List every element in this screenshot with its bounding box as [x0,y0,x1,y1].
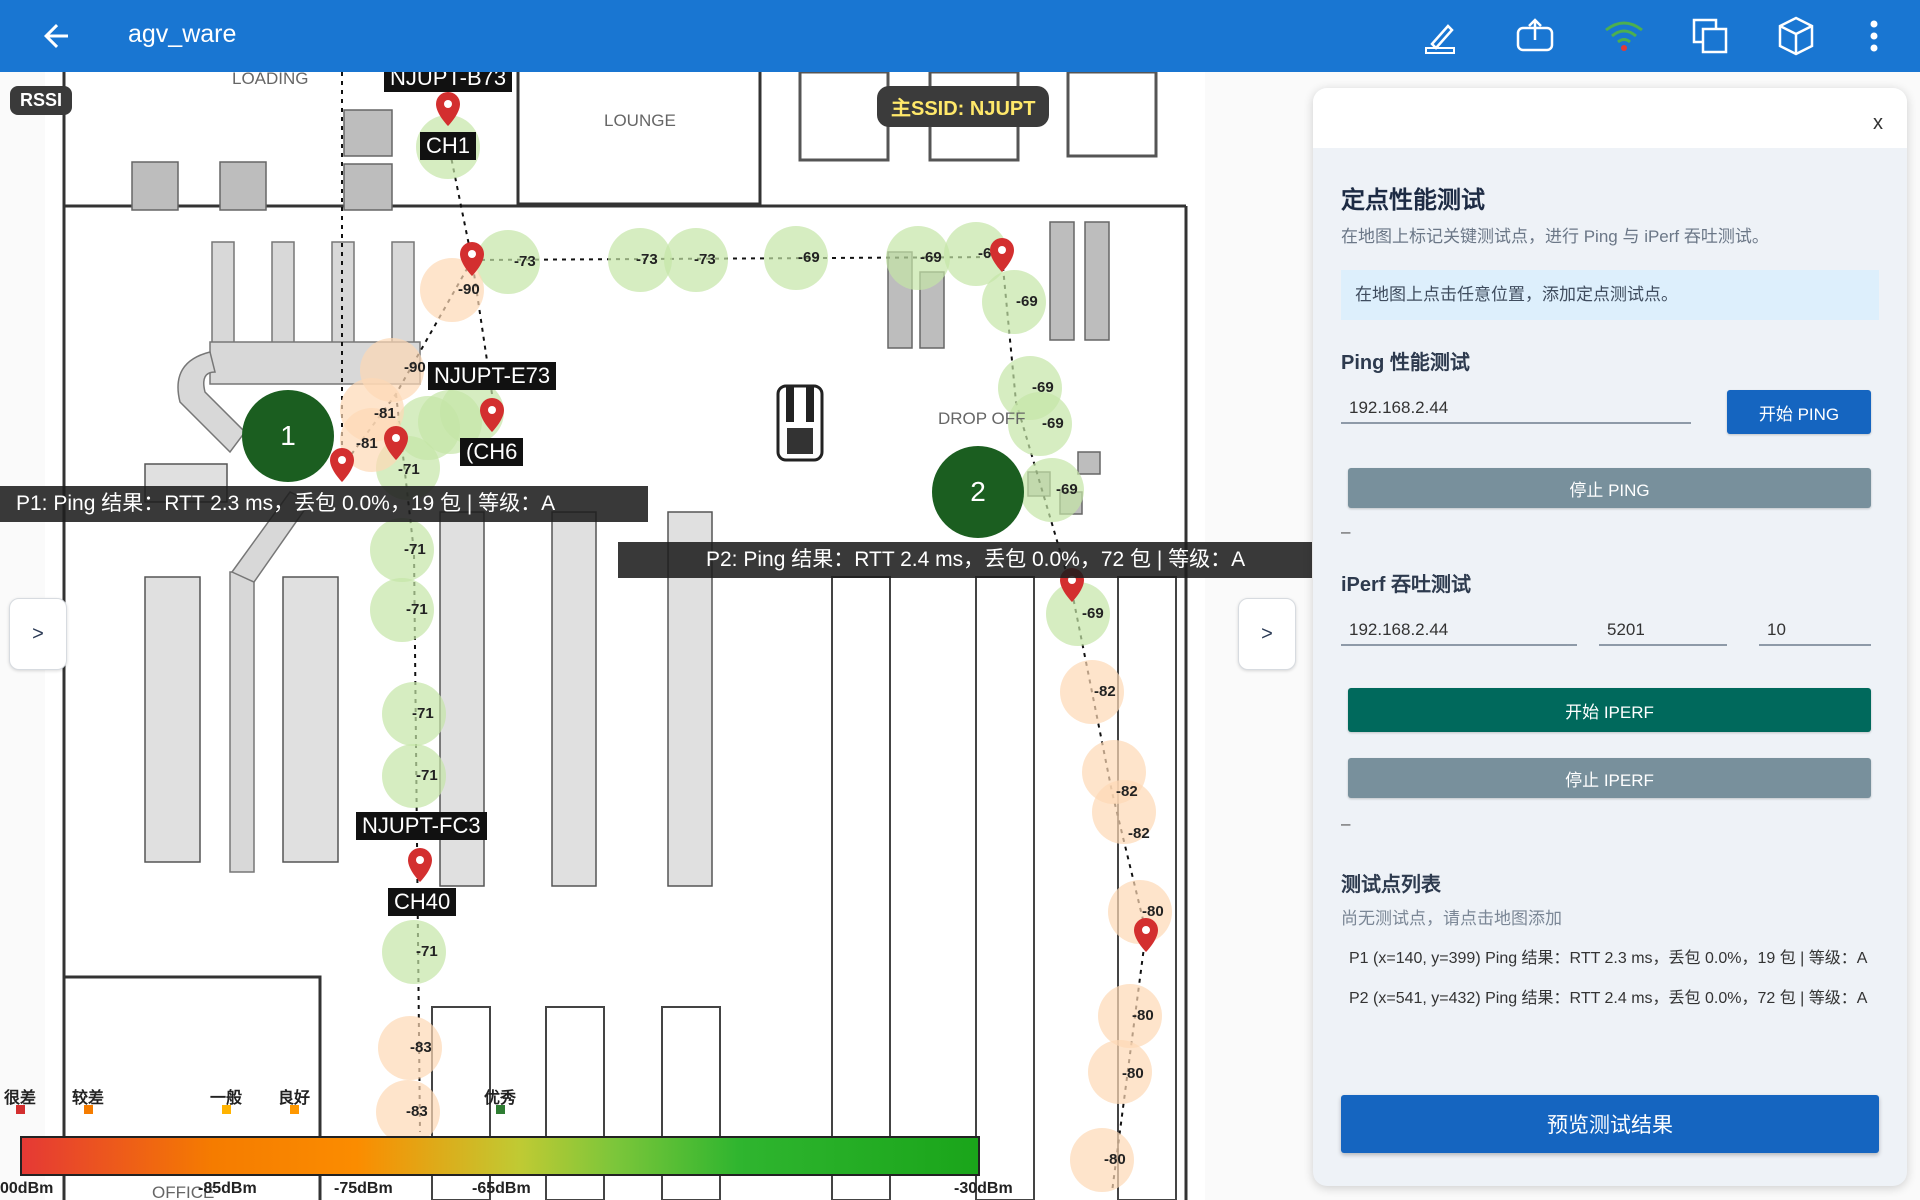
iperf-section-title: iPerf 吞吐测试 [1341,574,1472,596]
legend-dot-poor [84,1105,93,1114]
svg-text:-90: -90 [404,359,426,376]
svg-text:-69: -69 [1032,379,1054,396]
room-label-drop-off: DROP OFF [938,409,1026,428]
svg-text:-69: -69 [920,249,942,266]
svg-text:-73: -73 [636,251,658,268]
test-point-1[interactable]: 1 [242,390,334,482]
ping-section-title: Ping 性能测试 [1341,352,1470,374]
svg-text:-83: -83 [410,1039,432,1056]
svg-text:-82: -82 [1128,825,1150,842]
svg-text:-71: -71 [416,943,438,960]
rssi-mode-tag[interactable]: RSSI [10,86,73,115]
legend-tick-max: -30dBm [954,1180,1013,1197]
start-ping-button[interactable]: 开始 PING [1727,390,1871,434]
svg-text:-69: -69 [798,249,820,266]
legend-dot-excellent [496,1105,505,1114]
signal-legend: 很差 较差 一般 良好 优秀 00dBm -85dBm -75dBm -65dB… [0,1084,1013,1200]
svg-text:-69: -69 [1016,293,1038,310]
svg-text:-80: -80 [1104,1151,1126,1168]
agv-vehicle-icon [776,384,824,462]
primary-ssid-tag: 主SSID: NJUPT [877,86,1050,127]
ping-result-text: – [1341,522,1351,541]
legend-tick-75: -75dBm [334,1180,393,1197]
svg-text:-80: -80 [1142,903,1164,920]
panel-title: 定点性能测试 [1341,187,1485,214]
legend-dot-fair [222,1105,231,1114]
p1-result-banner: P1: Ping 结果：RTT 2.3 ms，丢包 0.0%，19 包 | 等级… [0,486,648,522]
upload-icon[interactable] [1513,14,1557,58]
svg-text:-71: -71 [416,767,438,784]
p2-result-banner: P2: Ping 结果：RTT 2.4 ms，丢包 0.0%，72 包 | 等级… [618,542,1312,578]
svg-text:-69: -69 [1042,415,1064,432]
svg-text:-71: -71 [398,461,420,478]
start-iperf-button[interactable]: 开始 IPERF [1348,688,1871,732]
svg-text:-73: -73 [694,251,716,268]
expand-left-button[interactable]: > [9,598,67,670]
svg-text:-69: -69 [1056,481,1078,498]
ap-label-b73: NJUPT-B73 [384,72,513,92]
test-point-row-p1[interactable]: P1 (x=140, y=399) Ping 结果：RTT 2.3 ms，丢包 … [1349,944,1867,968]
app-title: agv_ware [128,20,237,48]
ap-label-ch6: (CH6 [460,438,524,466]
room-label-lounge: LOUNGE [604,111,676,130]
svg-text:-71: -71 [412,705,434,722]
panel-subtitle: 在地图上标记关键测试点，进行 Ping 与 iPerf 吞吐测试。 [1341,227,1769,246]
wifi-icon[interactable] [1602,14,1646,58]
room-label-loading: LOADING [232,72,309,88]
legend-tick-min: 00dBm [0,1180,54,1197]
close-icon[interactable]: x [1873,112,1883,135]
svg-text:-90: -90 [458,281,480,298]
test-points-empty-hint: 尚无测试点，请点击地图添加 [1341,909,1562,928]
back-arrow-icon[interactable] [38,18,74,54]
ap-label-fc3: NJUPT-FC3 [356,812,487,840]
svg-text:-73: -73 [514,253,536,270]
ap-label-ch1: CH1 [420,132,477,160]
svg-text:-80: -80 [1122,1065,1144,1082]
test-points-section-title: 测试点列表 [1341,874,1441,896]
iperf-port-input[interactable] [1599,606,1727,646]
svg-text:-81: -81 [374,405,396,422]
app-bar: agv_ware [0,0,1920,72]
expand-right-button[interactable]: > [1238,598,1296,670]
cube-icon[interactable] [1774,14,1818,58]
ruler-pencil-icon[interactable] [1418,14,1462,58]
svg-text:-82: -82 [1094,683,1116,700]
stop-iperf-button[interactable]: 停止 IPERF [1348,758,1871,798]
legend-tick-85: -85dBm [198,1180,257,1197]
panel-header: x [1313,88,1907,148]
svg-text:-69: -69 [1082,605,1104,622]
ap-label-ch40: CH40 [388,888,457,916]
test-point-2[interactable]: 2 [932,446,1024,538]
ap-label-e73: NJUPT-E73 [428,362,557,390]
test-point-row-p2[interactable]: P2 (x=541, y=432) Ping 结果：RTT 2.4 ms，丢包 … [1349,984,1867,1008]
iperf-result-text: – [1341,814,1351,833]
svg-text:-71: -71 [406,601,428,618]
svg-text:-82: -82 [1116,783,1138,800]
legend-dot-very-poor [16,1105,25,1114]
copy-layers-icon[interactable] [1688,14,1732,58]
legend-dot-good [290,1105,299,1114]
svg-text:-71: -71 [404,541,426,558]
iperf-duration-input[interactable] [1759,606,1871,646]
svg-text:-81: -81 [356,435,378,452]
ping-host-input[interactable] [1341,384,1691,424]
iperf-host-input[interactable] [1341,606,1577,646]
preview-results-button[interactable]: 预览测试结果 [1341,1095,1879,1153]
legend-tick-65: -65dBm [472,1180,531,1197]
legend-gradient-bar [20,1136,980,1176]
svg-text:-6: -6 [978,245,991,262]
stop-ping-button[interactable]: 停止 PING [1348,468,1871,508]
more-vert-icon[interactable] [1852,14,1896,58]
add-point-hint: 在地图上点击任意位置，添加定点测试点。 [1341,270,1879,320]
fixed-point-test-panel: x 定点性能测试 在地图上标记关键测试点，进行 Ping 与 iPerf 吞吐测… [1313,88,1907,1186]
svg-text:-80: -80 [1132,1007,1154,1024]
